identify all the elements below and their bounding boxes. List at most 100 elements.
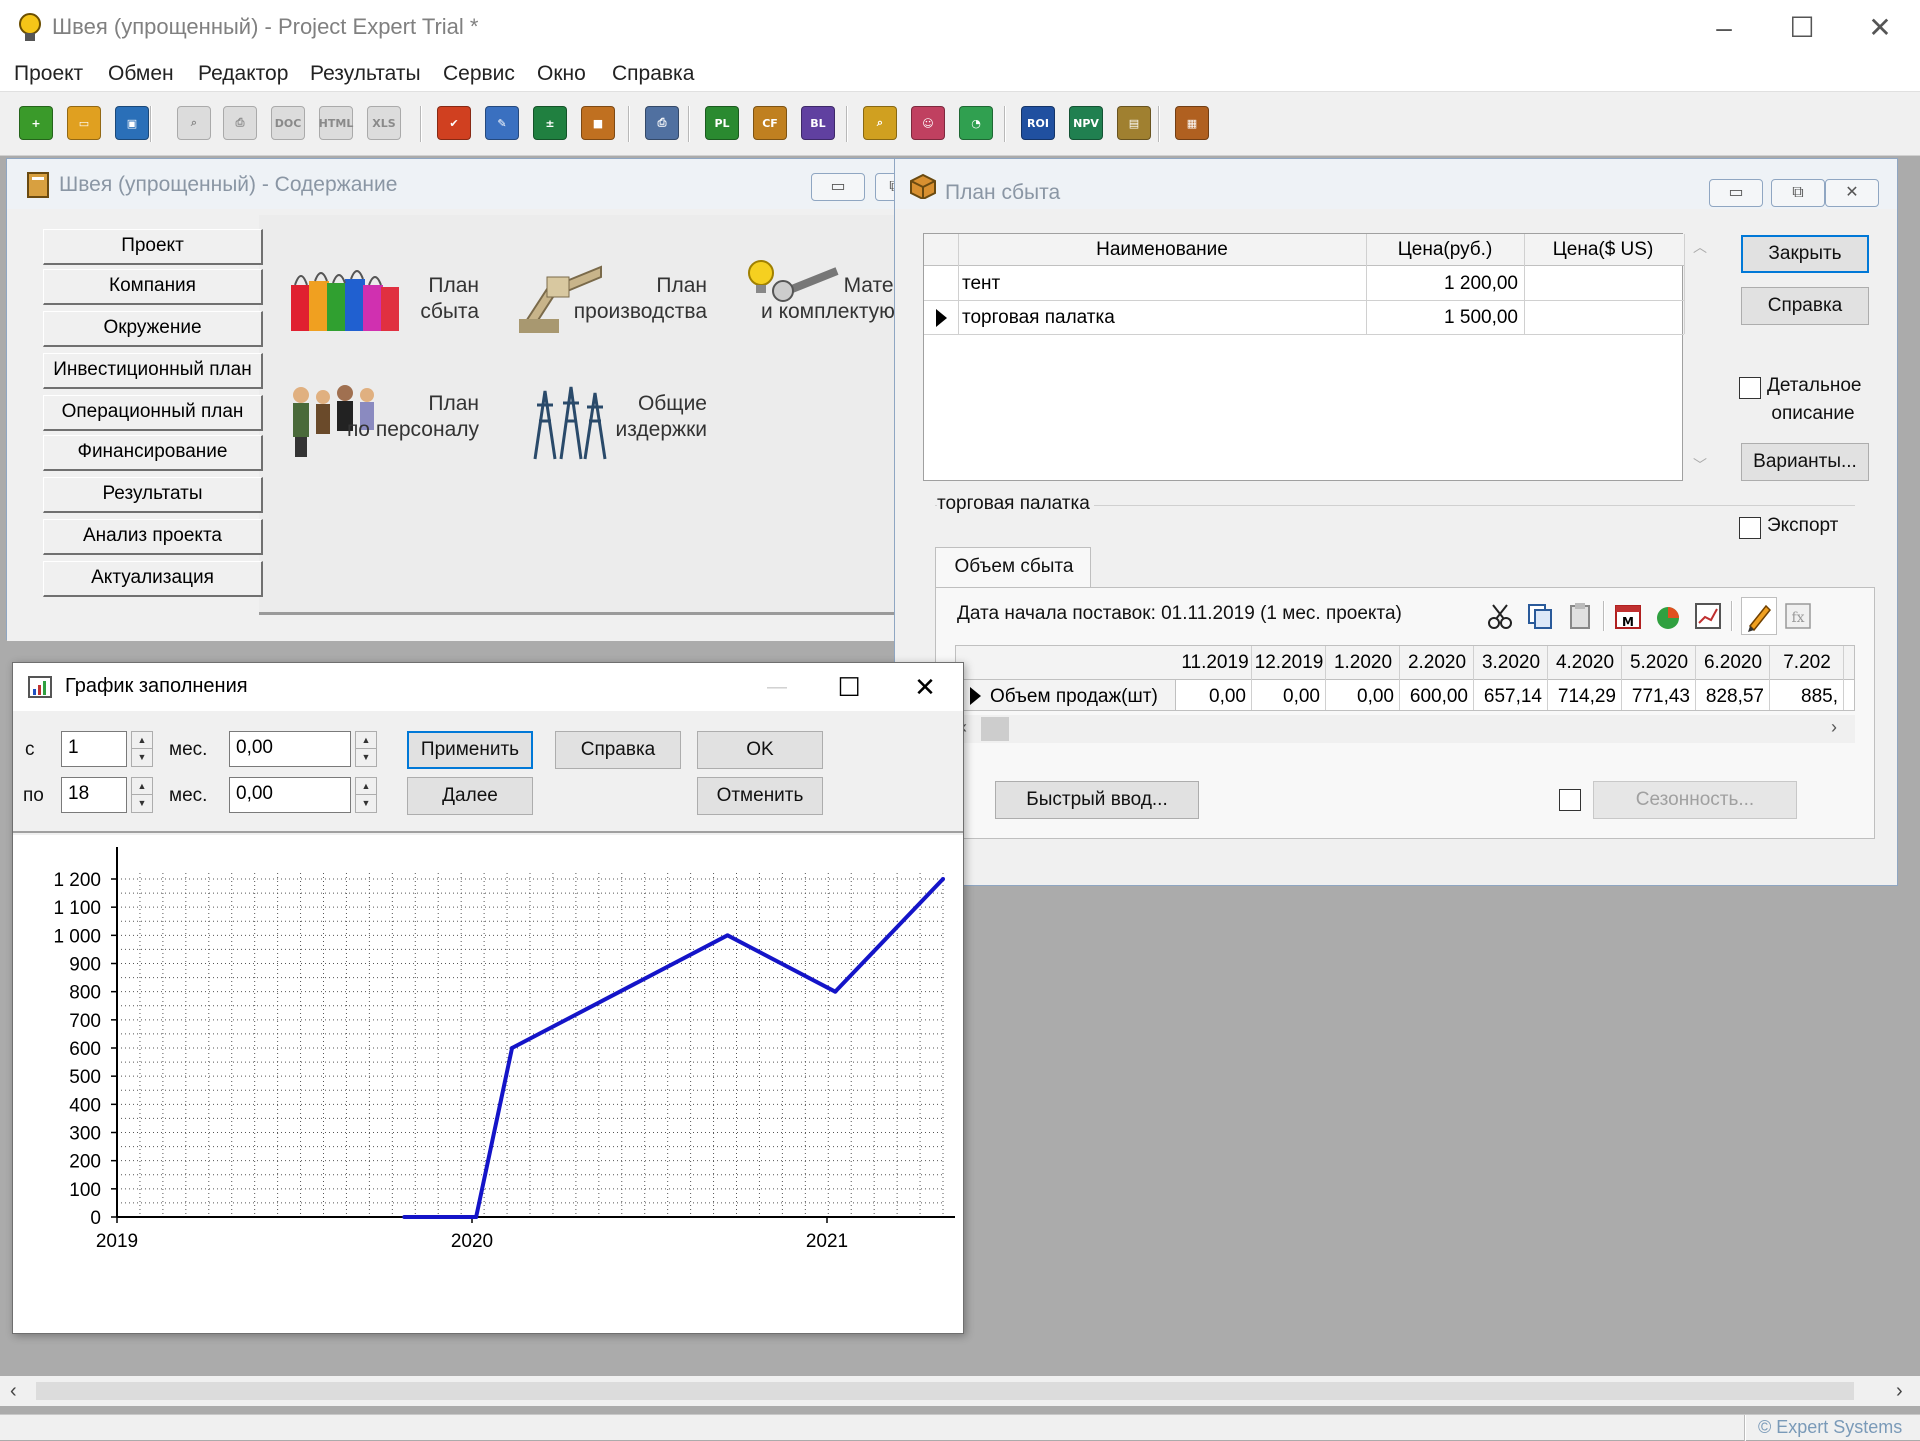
from-value-spinner[interactable]: ▲ ▼	[355, 731, 377, 767]
tab-sales-volume[interactable]: Объем сбыта	[935, 547, 1091, 587]
nav-company[interactable]: Компания	[43, 269, 263, 305]
scroll-up-icon[interactable]: ︿	[1685, 237, 1715, 257]
chart-pie-icon[interactable]: ◔	[954, 101, 998, 145]
period-header[interactable]: 6.2020	[1696, 652, 1770, 674]
restore-icon[interactable]: ⧉	[1771, 179, 1825, 207]
quick-input-button[interactable]: Быстрый ввод...	[995, 781, 1199, 819]
scroll-thumb[interactable]	[981, 717, 1009, 741]
paste-icon[interactable]	[1565, 601, 1595, 631]
pencil-edit-button[interactable]	[1741, 597, 1777, 635]
period-header[interactable]: 1.2020	[1326, 652, 1400, 674]
scroll-down-icon[interactable]: ﹀	[1685, 455, 1715, 475]
column-header-price-usd[interactable]: Цена($ US)	[1524, 239, 1682, 261]
apply-button[interactable]: Применить	[407, 731, 533, 769]
nav-project[interactable]: Проект	[43, 229, 263, 265]
nav-operational-plan[interactable]: Операционный план	[43, 395, 263, 431]
period-header[interactable]: 2.2020	[1400, 652, 1474, 674]
cancel-button[interactable]: Отменить	[697, 777, 823, 815]
export-checkbox[interactable]	[1739, 517, 1761, 539]
nav-environment[interactable]: Окружение	[43, 311, 263, 347]
fill-chart[interactable]: 0 100 200 300 400 500 600 700 800 900 1 000 1 100 1 …	[13, 835, 963, 1333]
print-icon[interactable]: ⎙	[218, 101, 262, 145]
preview-icon[interactable]: ⌕	[172, 101, 216, 145]
menu-window[interactable]: Окно	[537, 62, 586, 86]
main-hscrollbar[interactable]: ‹ ›	[0, 1376, 1920, 1406]
detailed-description-checkbox[interactable]	[1739, 377, 1761, 399]
volume-cell[interactable]: 0,00	[1178, 686, 1246, 708]
person-icon[interactable]: ☺	[906, 101, 950, 145]
calculator-icon[interactable]: ±	[528, 101, 572, 145]
menu-service[interactable]: Сервис	[443, 62, 515, 86]
line-chart-icon[interactable]	[1693, 601, 1723, 631]
spin-up-icon[interactable]: ▲	[132, 778, 152, 795]
nav-financing[interactable]: Финансирование	[43, 435, 263, 471]
close-icon[interactable]: ✕	[1825, 179, 1879, 207]
spin-down-icon[interactable]: ▼	[132, 749, 152, 766]
tile-staff-plan[interactable]: План по персоналу	[287, 377, 487, 477]
table-row[interactable]: торговая палатка 1 500,00	[924, 301, 1684, 334]
scroll-right-icon[interactable]: ›	[1896, 1380, 1903, 1403]
calendar-icon[interactable]: M	[1613, 601, 1643, 631]
spin-up-icon[interactable]: ▲	[356, 732, 376, 749]
save-icon[interactable]: ▣	[110, 101, 154, 145]
volume-cell[interactable]: 0,00	[1326, 686, 1394, 708]
formula-icon[interactable]: fx	[1783, 601, 1813, 631]
volume-cell[interactable]: 657,14	[1474, 686, 1542, 708]
products-scrollbar[interactable]: ︿ ﹀	[1685, 233, 1715, 481]
from-month-spinner[interactable]: ▲ ▼	[131, 731, 153, 767]
volume-cell[interactable]: 828,57	[1696, 686, 1764, 708]
nav-results[interactable]: Результаты	[43, 477, 263, 513]
check-icon[interactable]: ✔	[432, 101, 476, 145]
table-row[interactable]: тент 1 200,00	[924, 267, 1684, 300]
nav-investment-plan[interactable]: Инвестиционный план	[43, 353, 263, 389]
tile-overheads[interactable]: Общие издержки	[517, 377, 713, 477]
minimize-icon[interactable]: –	[1696, 8, 1752, 48]
export-html-icon[interactable]: HTML	[314, 101, 358, 145]
npv-icon[interactable]: NPV	[1064, 101, 1108, 145]
roi-icon[interactable]: ROI	[1016, 101, 1060, 145]
export-xls-icon[interactable]: XLS	[362, 101, 406, 145]
maximize-icon[interactable]: ☐	[821, 667, 877, 707]
next-button[interactable]: Далее	[407, 777, 533, 815]
menu-exchange[interactable]: Обмен	[108, 62, 174, 86]
print-reports-icon[interactable]: ⎙	[640, 101, 684, 145]
to-month-input[interactable]: 18	[61, 777, 127, 813]
volume-cell[interactable]: 771,43	[1622, 686, 1690, 708]
close-button[interactable]: Закрыть	[1741, 235, 1869, 273]
period-header[interactable]: 12.2019	[1252, 652, 1326, 674]
menu-editor[interactable]: Редактор	[198, 62, 288, 86]
open-folder-icon[interactable]: ▭	[62, 101, 106, 145]
close-icon[interactable]: ✕	[1852, 8, 1908, 48]
from-month-input[interactable]: 1	[61, 731, 127, 767]
volume-row-header[interactable]: Объем продаж(шт)	[956, 680, 1176, 710]
chart-pie-icon[interactable]	[1653, 601, 1683, 631]
analysis-icon[interactable]: ⌕	[858, 101, 902, 145]
to-value-input[interactable]: 0,00	[229, 777, 351, 813]
period-header[interactable]: 4.2020	[1548, 652, 1622, 674]
help-button[interactable]: Справка	[1741, 287, 1869, 325]
volume-cell[interactable]: 0,00	[1252, 686, 1320, 708]
to-value-spinner[interactable]: ▲ ▼	[355, 777, 377, 813]
scroll-track[interactable]	[36, 1382, 1854, 1400]
period-header[interactable]: 3.2020	[1474, 652, 1548, 674]
package-icon[interactable]: ■	[576, 101, 620, 145]
seasonality-button[interactable]: Сезонность...	[1593, 781, 1797, 819]
minimize-icon[interactable]: ▭	[811, 173, 865, 201]
edit-icon[interactable]: ✎	[480, 101, 524, 145]
export-doc-icon[interactable]: DOC	[266, 101, 310, 145]
volume-cell[interactable]: 885,	[1770, 686, 1838, 708]
table-icon[interactable]: ▦	[1170, 101, 1214, 145]
period-header[interactable]: 7.202	[1770, 652, 1844, 674]
nav-actualization[interactable]: Актуализация	[43, 561, 263, 597]
minimize-icon[interactable]: ▭	[1709, 179, 1763, 207]
volume-hscrollbar[interactable]: ‹ ›	[955, 715, 1855, 743]
column-header-name[interactable]: Наименование	[958, 239, 1366, 261]
from-value-input[interactable]: 0,00	[229, 731, 351, 767]
new-project-icon[interactable]: +	[14, 101, 58, 145]
spin-down-icon[interactable]: ▼	[132, 795, 152, 812]
pl-report-icon[interactable]: PL	[700, 101, 744, 145]
close-icon[interactable]: ✕	[897, 667, 953, 707]
copy-icon[interactable]	[1525, 601, 1555, 631]
menu-results[interactable]: Результаты	[310, 62, 421, 86]
help-button[interactable]: Справка	[555, 731, 681, 769]
